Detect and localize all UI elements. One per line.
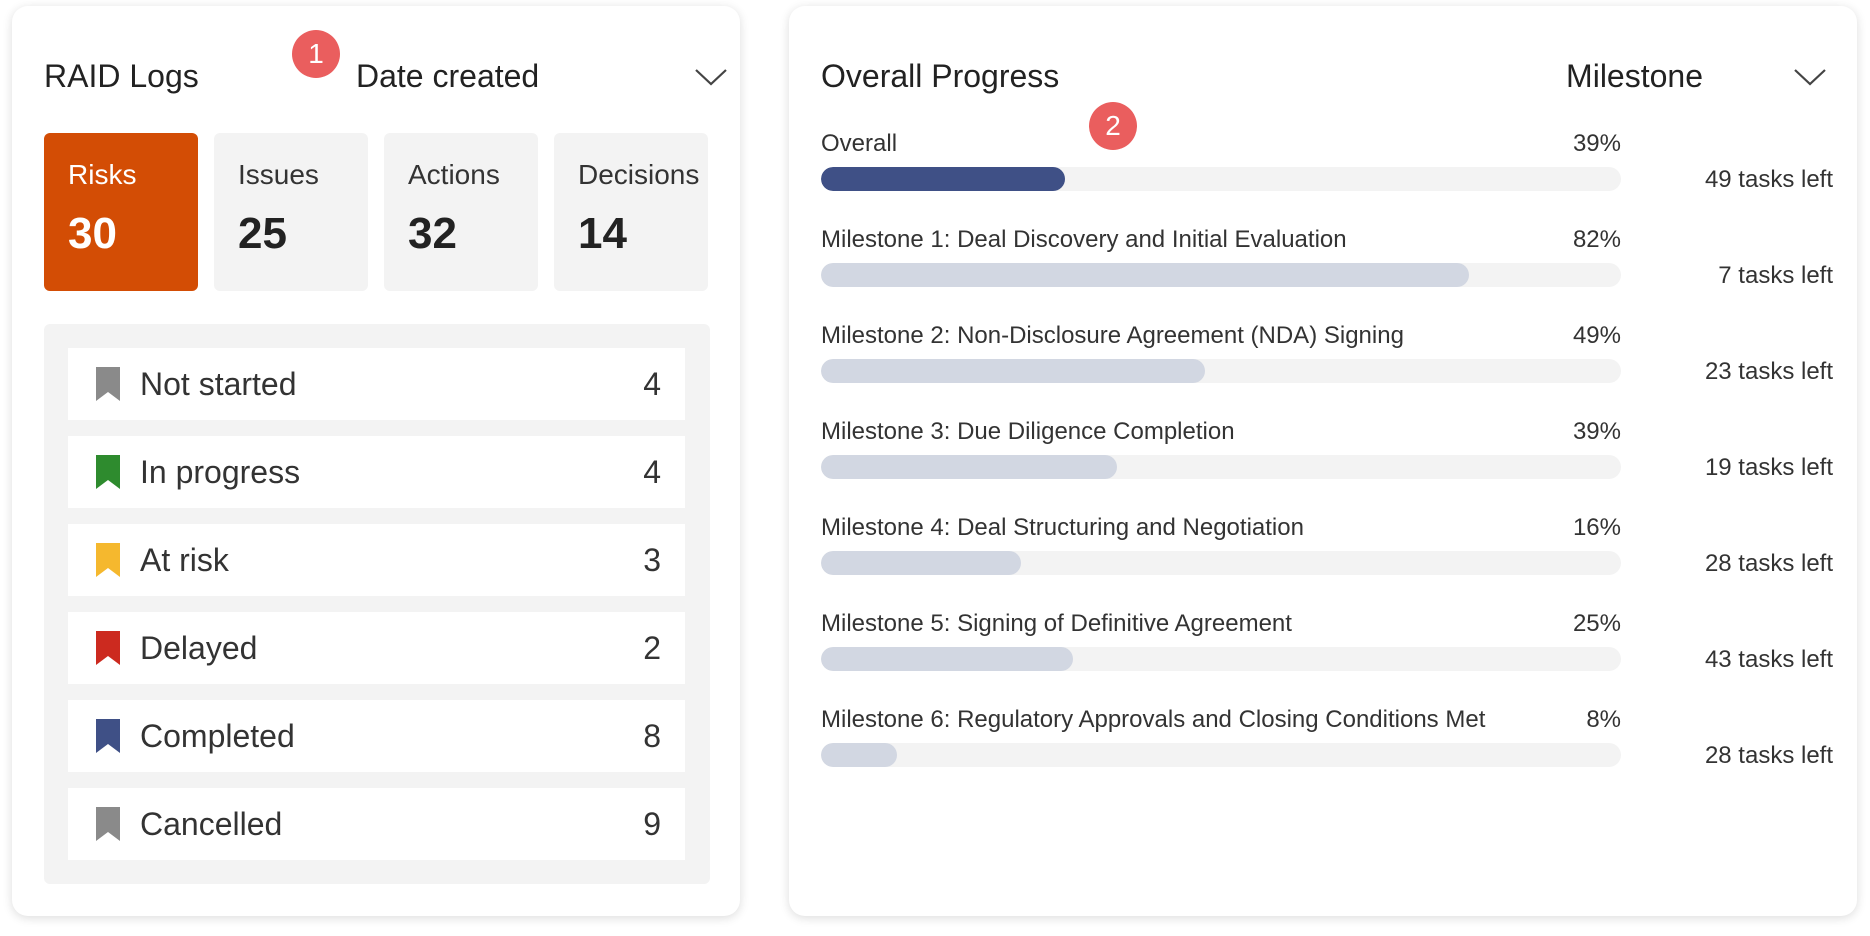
- status-row-cancelled[interactable]: Cancelled 9: [68, 788, 685, 860]
- raid-stats: Risks 30 Issues 25 Actions 32 Decisions …: [44, 133, 708, 291]
- stat-risks[interactable]: Risks 30: [44, 133, 198, 291]
- progress-bar: [821, 743, 897, 767]
- tasks-left: 43 tasks left: [1704, 646, 1833, 673]
- status-row-at-risk[interactable]: At risk 3: [68, 524, 685, 596]
- bookmark-icon: [96, 631, 120, 665]
- status-label: At risk: [140, 541, 229, 578]
- stat-count: 32: [408, 209, 457, 258]
- raid-logs-card: RAID Logs 1 Date created Risks 30 Issues…: [12, 6, 740, 916]
- status-row-not-started[interactable]: Not started 4: [68, 348, 685, 420]
- progress-bar: [821, 647, 1073, 671]
- step-badge-1: 1: [292, 30, 340, 78]
- progress-percent: 39%: [1572, 130, 1621, 157]
- bookmark-icon: [96, 367, 120, 401]
- progress-bar: [821, 167, 1065, 191]
- progress-row-overall[interactable]: Overall 39% 49 tasks left: [821, 122, 1833, 218]
- progress-row-milestone-4[interactable]: Milestone 4: Deal Structuring and Negoti…: [821, 506, 1833, 602]
- progress-percent: 25%: [1572, 610, 1621, 637]
- status-row-completed[interactable]: Completed 8: [68, 700, 685, 772]
- progress-row-milestone-3[interactable]: Milestone 3: Due Diligence Completion 39…: [821, 410, 1833, 506]
- stat-label: Risks: [68, 159, 137, 190]
- progress-track: [821, 263, 1621, 287]
- stat-decisions[interactable]: Decisions 14: [554, 133, 708, 291]
- progress-percent: 16%: [1572, 514, 1621, 541]
- tasks-left: 19 tasks left: [1704, 454, 1833, 481]
- progress-track: [821, 455, 1621, 479]
- status-label: Delayed: [140, 629, 258, 666]
- status-label: Completed: [140, 717, 295, 754]
- progress-track: [821, 743, 1621, 767]
- progress-percent: 82%: [1572, 226, 1621, 253]
- status-count: 3: [643, 541, 661, 578]
- bookmark-icon: [96, 455, 120, 489]
- status-row-delayed[interactable]: Delayed 2: [68, 612, 685, 684]
- progress-percent: 8%: [1586, 706, 1621, 733]
- progress-row-milestone-5[interactable]: Milestone 5: Signing of Definitive Agree…: [821, 602, 1833, 698]
- raid-logs-title: RAID Logs: [44, 58, 199, 94]
- progress-percent: 39%: [1572, 418, 1621, 445]
- progress-row-milestone-1[interactable]: Milestone 1: Deal Discovery and Initial …: [821, 218, 1833, 314]
- stat-issues[interactable]: Issues 25: [214, 133, 368, 291]
- status-row-in-progress[interactable]: In progress 4: [68, 436, 685, 508]
- stat-label: Decisions: [578, 159, 700, 190]
- sort-dropdown-label: Date created: [356, 58, 540, 94]
- progress-track: [821, 359, 1621, 383]
- status-count: 9: [643, 805, 661, 842]
- status-count: 4: [643, 453, 661, 490]
- overall-progress-card: Overall Progress Milestone 2 Overall 39%…: [789, 6, 1857, 916]
- chevron-down-icon: [694, 67, 728, 87]
- tasks-left: 7 tasks left: [1718, 262, 1833, 289]
- progress-bar: [821, 455, 1117, 479]
- status-label: In progress: [140, 453, 301, 490]
- group-by-dropdown-label: Milestone: [1566, 58, 1703, 94]
- progress-bar: [821, 551, 1021, 575]
- tasks-left: 28 tasks left: [1704, 550, 1833, 577]
- status-panel: Not started 4 In progress 4 At risk 3 De…: [44, 324, 710, 884]
- stat-count: 30: [68, 209, 117, 258]
- progress-row-milestone-2[interactable]: Milestone 2: Non-Disclosure Agreement (N…: [821, 314, 1833, 410]
- tasks-left: 49 tasks left: [1704, 166, 1833, 193]
- progress-track: [821, 647, 1621, 671]
- chevron-down-icon: [1793, 67, 1827, 87]
- stat-label: Issues: [238, 159, 319, 190]
- status-label: Cancelled: [140, 805, 283, 842]
- progress-row-milestone-6[interactable]: Milestone 6: Regulatory Approvals and Cl…: [821, 698, 1833, 794]
- progress-bar: [821, 263, 1469, 287]
- stat-label: Actions: [408, 159, 500, 190]
- status-count: 8: [643, 717, 661, 754]
- stat-count: 14: [578, 209, 627, 258]
- progress-percent: 49%: [1572, 322, 1621, 349]
- group-by-dropdown[interactable]: Milestone: [1475, 58, 1827, 95]
- overall-progress-title: Overall Progress: [821, 58, 1060, 94]
- stat-count: 25: [238, 209, 287, 258]
- sort-dropdown[interactable]: Date created: [356, 58, 728, 95]
- bookmark-icon: [96, 543, 120, 577]
- progress-track: [821, 167, 1621, 191]
- status-count: 4: [643, 365, 661, 402]
- status-count: 2: [643, 629, 661, 666]
- bookmark-icon: [96, 807, 120, 841]
- progress-track: [821, 551, 1621, 575]
- tasks-left: 23 tasks left: [1704, 358, 1833, 385]
- progress-bar: [821, 359, 1205, 383]
- tasks-left: 28 tasks left: [1704, 742, 1833, 769]
- stat-actions[interactable]: Actions 32: [384, 133, 538, 291]
- bookmark-icon: [96, 719, 120, 753]
- status-label: Not started: [140, 365, 297, 402]
